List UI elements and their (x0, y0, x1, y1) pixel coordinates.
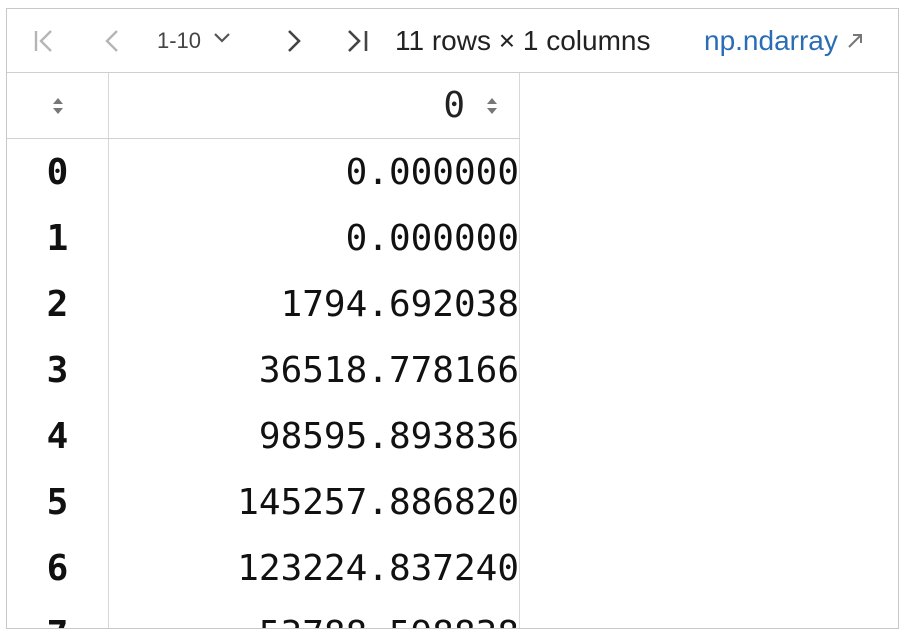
sort-icon[interactable] (51, 85, 65, 126)
pagination-toolbar: 1-10 11 rows × 1 columns np.ndarray (7, 9, 898, 73)
cell-value[interactable]: 53788.598838 (108, 601, 520, 628)
cell-value[interactable]: 145257.886820 (108, 469, 520, 535)
column-0-header-label: 0 (443, 85, 465, 126)
chevron-down-icon (211, 27, 233, 55)
cell-value[interactable]: 98595.893836 (108, 403, 520, 469)
page-range-dropdown[interactable]: 1-10 (157, 23, 233, 59)
row-index: 5 (7, 469, 109, 535)
header-row: 0 (7, 73, 520, 139)
sort-icon[interactable] (485, 85, 499, 126)
index-column-header[interactable] (7, 73, 109, 139)
table-row: 3 36518.778166 (7, 337, 520, 403)
row-index: 2 (7, 271, 109, 337)
table-row: 4 98595.893836 (7, 403, 520, 469)
dataframe-viewer: 1-10 11 rows × 1 columns np.ndarray 0 0 … (6, 8, 899, 629)
prev-page-icon[interactable] (95, 23, 131, 59)
data-table: 0 0 0.000000 1 0.000000 2 1794.692038 3 … (7, 73, 520, 628)
table-row: 0 0.000000 (7, 138, 520, 205)
row-index: 3 (7, 337, 109, 403)
table-row: 6 123224.837240 (7, 535, 520, 601)
row-index: 0 (7, 138, 109, 205)
cell-value[interactable]: 36518.778166 (108, 337, 520, 403)
cell-value[interactable]: 1794.692038 (108, 271, 520, 337)
row-column-summary: 11 rows × 1 columns (395, 25, 651, 56)
first-page-icon[interactable] (27, 23, 63, 59)
cell-value[interactable]: 0.000000 (108, 138, 520, 205)
row-index: 4 (7, 403, 109, 469)
table-row: 7 53788.598838 (7, 601, 520, 628)
row-index: 7 (7, 601, 109, 628)
last-page-icon[interactable] (339, 23, 375, 59)
page-range-label: 1-10 (157, 28, 202, 53)
external-link-icon (846, 25, 864, 57)
column-0-header[interactable]: 0 (108, 73, 520, 139)
table-row: 1 0.000000 (7, 205, 520, 271)
next-page-icon[interactable] (275, 23, 311, 59)
row-index: 6 (7, 535, 109, 601)
cell-value[interactable]: 0.000000 (108, 205, 520, 271)
type-link[interactable]: np.ndarray (704, 23, 864, 59)
table-row: 2 1794.692038 (7, 271, 520, 337)
type-label: np.ndarray (704, 25, 838, 56)
row-index: 1 (7, 205, 109, 271)
table-row: 5 145257.886820 (7, 469, 520, 535)
cell-value[interactable]: 123224.837240 (108, 535, 520, 601)
